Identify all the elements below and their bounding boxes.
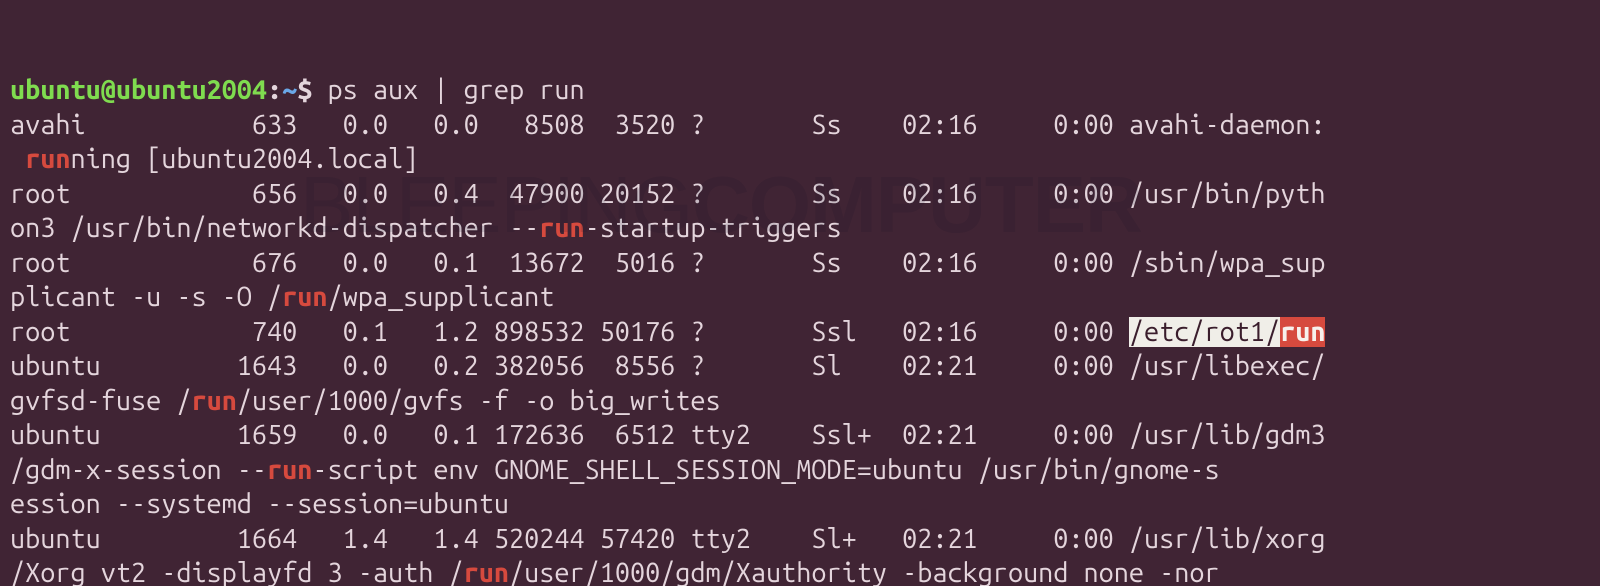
process-row: root 656 0.0 0.4 47900 20152 ? Ss 02:16 … <box>10 179 1325 209</box>
process-row: root 676 0.0 0.1 13672 5016 ? Ss 02:16 0… <box>10 248 1325 278</box>
ps-output: avahi 633 0.0 0.0 8508 3520 ? Ss 02:16 0… <box>10 108 1590 586</box>
grep-match: run <box>282 282 327 312</box>
process-row-cont: on3 /usr/bin/networkd-dispatcher --run-s… <box>10 213 842 243</box>
terminal[interactable]: BLEEPINGCOMPUTER ubuntu@ubuntu2004:~$ ps… <box>0 0 1600 586</box>
grep-match: run <box>25 144 70 174</box>
highlighted-path: /etc/rot1/ <box>1129 317 1280 347</box>
process-row-cont: /Xorg vt2 -displayfd 3 -auth /run/user/1… <box>10 558 1220 586</box>
process-row-cont: gvfsd-fuse /run/user/1000/gvfs -f -o big… <box>10 386 721 416</box>
process-row: ubuntu 1643 0.0 0.2 382056 8556 ? Sl 02:… <box>10 351 1325 381</box>
grep-match: run <box>539 213 584 243</box>
process-row: ubuntu 1664 1.4 1.4 520244 57420 tty2 Sl… <box>10 524 1325 554</box>
highlighted-match: run <box>1280 317 1325 347</box>
process-row-cont: ession --systemd --session=ubuntu <box>10 489 509 519</box>
command: ps aux | grep run <box>328 75 585 105</box>
grep-match: run <box>267 455 312 485</box>
prompt-user: ubuntu@ubuntu2004 <box>10 75 267 105</box>
grep-match: run <box>464 558 509 586</box>
process-row: ubuntu 1659 0.0 0.1 172636 6512 tty2 Ssl… <box>10 420 1325 450</box>
process-row-cont: running [ubuntu2004.local] <box>10 144 418 174</box>
process-row: root 740 0.1 1.2 898532 50176 ? Ssl 02:1… <box>10 317 1325 347</box>
grep-match: run <box>191 386 236 416</box>
prompt-line: ubuntu@ubuntu2004:~$ ps aux | grep run <box>10 75 585 105</box>
process-row-cont: plicant -u -s -O /run/wpa_supplicant <box>10 282 554 312</box>
process-row-cont: /gdm-x-session --run-script env GNOME_SH… <box>10 455 1220 485</box>
prompt-path: ~ <box>282 75 297 105</box>
process-row: avahi 633 0.0 0.0 8508 3520 ? Ss 02:16 0… <box>10 110 1325 140</box>
